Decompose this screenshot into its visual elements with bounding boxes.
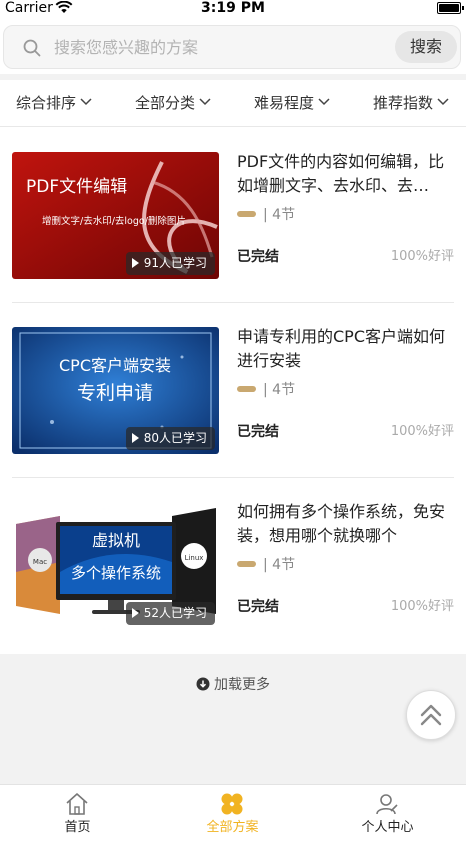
filter-category[interactable]: 全部分类 — [135, 80, 211, 126]
lessons-value: 4节 — [272, 207, 296, 223]
course-thumbnail: CPC客户端安装 专利申请 80人已学习 — [12, 327, 219, 454]
play-icon — [131, 258, 139, 268]
filter-label: 全部分类 — [135, 94, 196, 112]
search-bar: 搜索您感兴趣的方案 搜索 — [0, 22, 466, 74]
learners-count: 80人已学习 — [143, 431, 207, 445]
filter-recommendation[interactable]: 推荐指数 — [373, 80, 449, 126]
double-chevron-up-icon — [420, 704, 442, 726]
chevron-down-icon — [80, 98, 92, 106]
course-lessons: | 4节 — [237, 206, 295, 224]
filter-bar: 综合排序 全部分类 难易程度 推荐指数 — [0, 80, 466, 127]
tab-label: 个人中心 — [361, 820, 414, 835]
course-lessons: | 4节 — [237, 556, 295, 574]
course-title[interactable]: 申请专利用的CPC客户端如何进行安装 — [237, 325, 457, 373]
load-more-button[interactable]: 加载更多 — [0, 670, 466, 700]
learners-count: 52人已学习 — [143, 606, 207, 620]
lessons-value: 4节 — [272, 382, 296, 398]
play-icon — [131, 433, 139, 443]
course-status: 已完结 — [237, 424, 279, 440]
course-thumbnail: PDF文件编辑 增删文字/去水印/去logo/删除图片 91人已学习 — [12, 152, 219, 279]
thumb-subtitle: 专利申请 — [77, 382, 153, 404]
mac-label: Mac — [33, 558, 47, 566]
chevron-down-icon — [437, 98, 449, 106]
battery-icon — [437, 2, 464, 14]
course-thumbnail: Mac Linux 虚拟机 多个操作系统 52人已学习 — [12, 502, 219, 629]
chevron-down-icon — [318, 98, 330, 106]
course-rating: 100%好评 — [390, 599, 454, 614]
tab-home[interactable]: 首页 — [0, 785, 155, 841]
tab-bar: 首页 全部方案 个人中心 — [0, 784, 466, 841]
course-status: 已完结 — [237, 599, 279, 615]
learners-badge: 91人已学习 — [125, 252, 215, 275]
course-rating: 100%好评 — [390, 424, 454, 439]
lessons-count: | 4节 — [263, 557, 296, 573]
filter-label: 难易程度 — [254, 94, 315, 112]
course-title[interactable]: PDF文件的内容如何编辑，比如增删文字、去水印、去logo、删除图片 — [237, 150, 457, 198]
course-rating: 100%好评 — [390, 249, 454, 264]
difficulty-pill — [237, 386, 256, 392]
filter-sort[interactable]: 综合排序 — [16, 80, 92, 126]
arrow-down-circle-icon — [196, 677, 210, 690]
lessons-count: | 4节 — [263, 382, 296, 398]
course-card[interactable]: CPC客户端安装 专利申请 80人已学习 申请专利用的CPC客户端如何进行安装 … — [0, 302, 466, 478]
tab-profile[interactable]: 个人中心 — [310, 785, 465, 841]
lessons-count: | 4节 — [263, 207, 296, 223]
filter-label: 综合排序 — [16, 94, 77, 112]
difficulty-pill — [237, 561, 256, 567]
load-more-label: 加载更多 — [214, 677, 270, 693]
course-title[interactable]: 如何拥有多个操作系统，免安装，想用哪个就换哪个 — [237, 500, 457, 548]
user-icon — [376, 794, 398, 815]
course-list: PDF文件编辑 增删文字/去水印/去logo/删除图片 91人已学习 PDF文件… — [0, 127, 466, 654]
search-icon — [23, 39, 41, 57]
linux-label: Linux — [185, 554, 204, 562]
difficulty-pill — [237, 211, 256, 217]
play-icon — [131, 608, 139, 618]
back-to-top-button[interactable] — [406, 690, 456, 740]
filter-label: 推荐指数 — [373, 94, 434, 112]
search-input[interactable]: 搜索您感兴趣的方案 搜索 — [3, 25, 461, 69]
tab-label: 全部方案 — [206, 820, 259, 835]
course-card[interactable]: PDF文件编辑 增删文字/去水印/去logo/删除图片 91人已学习 PDF文件… — [0, 127, 466, 303]
home-icon — [66, 793, 88, 815]
thumb-title: 虚拟机 — [92, 531, 140, 550]
status-bar: Carrier 3:19 PM — [0, 0, 466, 22]
lessons-value: 4节 — [272, 557, 296, 573]
learners-badge: 52人已学习 — [125, 602, 215, 625]
chevron-down-icon — [199, 98, 211, 106]
thumb-title: PDF文件编辑 — [26, 177, 127, 197]
tab-label: 首页 — [64, 820, 91, 835]
search-button[interactable]: 搜索 — [395, 31, 457, 63]
filter-difficulty[interactable]: 难易程度 — [254, 80, 330, 126]
learners-badge: 80人已学习 — [125, 427, 215, 450]
thumb-subtitle: 多个操作系统 — [71, 564, 161, 582]
tab-all-plans[interactable]: 全部方案 — [155, 785, 310, 841]
course-lessons: | 4节 — [237, 381, 295, 399]
search-placeholder: 搜索您感兴趣的方案 — [54, 38, 199, 57]
clock: 3:19 PM — [201, 0, 265, 16]
course-status: 已完结 — [237, 249, 279, 265]
thumb-subtitle: 增删文字/去水印/去logo/删除图片 — [42, 215, 186, 227]
course-card[interactable]: Mac Linux 虚拟机 多个操作系统 52人已学习 如何拥有多个操作系统，免… — [0, 477, 466, 652]
learners-count: 91人已学习 — [143, 256, 207, 270]
grid-flower-icon — [221, 793, 243, 815]
thumb-title: CPC客户端安装 — [59, 356, 171, 375]
